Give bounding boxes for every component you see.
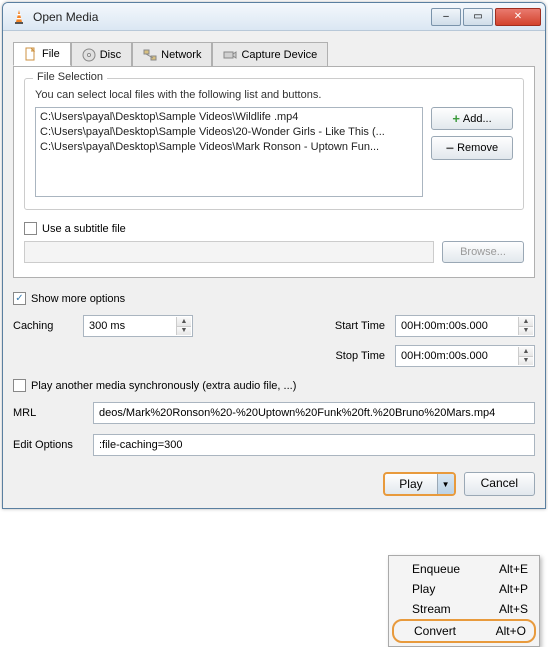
remove-button[interactable]: − Remove (431, 136, 513, 160)
window-title: Open Media (33, 10, 431, 24)
tab-disc[interactable]: Disc (71, 42, 132, 66)
spin-up-icon[interactable]: ▲ (176, 317, 191, 327)
tab-capture[interactable]: Capture Device (212, 42, 328, 66)
mrl-input[interactable]: deos/Mark%20Ronson%20-%20Uptown%20Funk%2… (93, 402, 535, 424)
file-icon (24, 47, 38, 61)
file-list-item[interactable]: C:\Users\payal\Desktop\Sample Videos\Mar… (40, 140, 418, 155)
subtitle-path-input (24, 241, 434, 263)
tab-file[interactable]: File (13, 42, 71, 66)
file-list-item[interactable]: C:\Users\payal\Desktop\Sample Videos\Wil… (40, 110, 418, 125)
file-selection-hint: You can select local files with the foll… (35, 89, 513, 101)
stop-time-input[interactable]: 00H:00m:00s.000 ▲▼ (395, 345, 535, 367)
stop-time-value: 00H:00m:00s.000 (401, 350, 488, 362)
caching-label: Caching (13, 320, 73, 332)
subtitle-checkbox-row: Use a subtitle file (24, 222, 524, 235)
caching-input[interactable]: 300 ms ▲▼ (83, 315, 193, 337)
tab-network[interactable]: Network (132, 42, 212, 66)
tab-network-label: Network (161, 49, 201, 61)
tab-bar: File Disc Network Capture Device (13, 42, 535, 67)
add-button[interactable]: + Add... (431, 107, 513, 130)
menu-item-play[interactable]: Play Alt+P (392, 579, 536, 599)
options-area: ✓ Show more options Caching 300 ms ▲▼ St… (13, 292, 535, 496)
vlc-cone-icon (11, 9, 27, 25)
file-selection-group: File Selection You can select local file… (24, 78, 524, 210)
menu-shortcut: Alt+E (499, 562, 528, 576)
tab-disc-label: Disc (100, 49, 121, 61)
play-split-button: Play ▼ (383, 472, 455, 496)
spin-up-icon[interactable]: ▲ (518, 317, 533, 327)
stop-time-label: Stop Time (315, 350, 385, 362)
file-selection-title: File Selection (33, 71, 107, 83)
spin-down-icon[interactable]: ▼ (518, 357, 533, 366)
play-another-checkbox[interactable] (13, 379, 26, 392)
plus-icon: + (452, 111, 460, 126)
titlebar: Open Media – ▭ ✕ (3, 3, 545, 31)
minimize-button[interactable]: – (431, 8, 461, 26)
start-time-value: 00H:00m:00s.000 (401, 320, 488, 332)
file-list-item[interactable]: C:\Users\payal\Desktop\Sample Videos\20-… (40, 125, 418, 140)
menu-item-convert[interactable]: Convert Alt+O (392, 619, 536, 643)
remove-button-label: Remove (457, 142, 498, 154)
mrl-label: MRL (13, 407, 83, 419)
cancel-button[interactable]: Cancel (464, 472, 535, 496)
play-dropdown-menu: Enqueue Alt+E Play Alt+P Stream Alt+S Co… (388, 555, 540, 647)
edit-options-input[interactable]: :file-caching=300 (93, 434, 535, 456)
menu-shortcut: Alt+S (499, 602, 528, 616)
subtitle-checkbox-label: Use a subtitle file (42, 223, 126, 235)
menu-label: Convert (414, 624, 456, 638)
start-time-input[interactable]: 00H:00m:00s.000 ▲▼ (395, 315, 535, 337)
content-area: File Disc Network Capture Device File Se… (3, 31, 545, 508)
play-another-label: Play another media synchronously (extra … (31, 380, 296, 392)
spin-up-icon[interactable]: ▲ (518, 347, 533, 357)
start-time-label: Start Time (315, 320, 385, 332)
minus-icon: − (446, 140, 454, 156)
browse-button: Browse... (442, 241, 524, 263)
menu-item-stream[interactable]: Stream Alt+S (392, 599, 536, 619)
close-button[interactable]: ✕ (495, 8, 541, 26)
menu-item-enqueue[interactable]: Enqueue Alt+E (392, 559, 536, 579)
browse-button-label: Browse... (460, 246, 506, 258)
tab-capture-label: Capture Device (241, 49, 317, 61)
network-icon (143, 48, 157, 62)
spin-down-icon[interactable]: ▼ (518, 327, 533, 336)
file-list[interactable]: C:\Users\payal\Desktop\Sample Videos\Wil… (35, 107, 423, 197)
show-more-label: Show more options (31, 293, 125, 305)
maximize-button[interactable]: ▭ (463, 8, 493, 26)
menu-label: Play (412, 582, 435, 596)
tab-file-label: File (42, 48, 60, 60)
menu-shortcut: Alt+P (499, 582, 528, 596)
caching-value: 300 ms (89, 320, 125, 332)
capture-icon (223, 48, 237, 62)
mrl-value: deos/Mark%20Ronson%20-%20Uptown%20Funk%2… (99, 407, 495, 419)
menu-label: Enqueue (412, 562, 460, 576)
edit-options-value: :file-caching=300 (99, 439, 182, 451)
subtitle-checkbox[interactable] (24, 222, 37, 235)
show-more-checkbox[interactable]: ✓ (13, 292, 26, 305)
spin-down-icon[interactable]: ▼ (176, 327, 191, 336)
file-tab-panel: File Selection You can select local file… (13, 66, 535, 278)
play-dropdown-toggle[interactable]: ▼ (438, 474, 454, 494)
disc-icon (82, 48, 96, 62)
menu-label: Stream (412, 602, 451, 616)
play-button[interactable]: Play (385, 474, 437, 494)
add-button-label: Add... (463, 113, 492, 125)
menu-shortcut: Alt+O (496, 624, 526, 638)
open-media-window: Open Media – ▭ ✕ File Disc Network Captu… (2, 2, 546, 509)
edit-options-label: Edit Options (13, 439, 83, 451)
